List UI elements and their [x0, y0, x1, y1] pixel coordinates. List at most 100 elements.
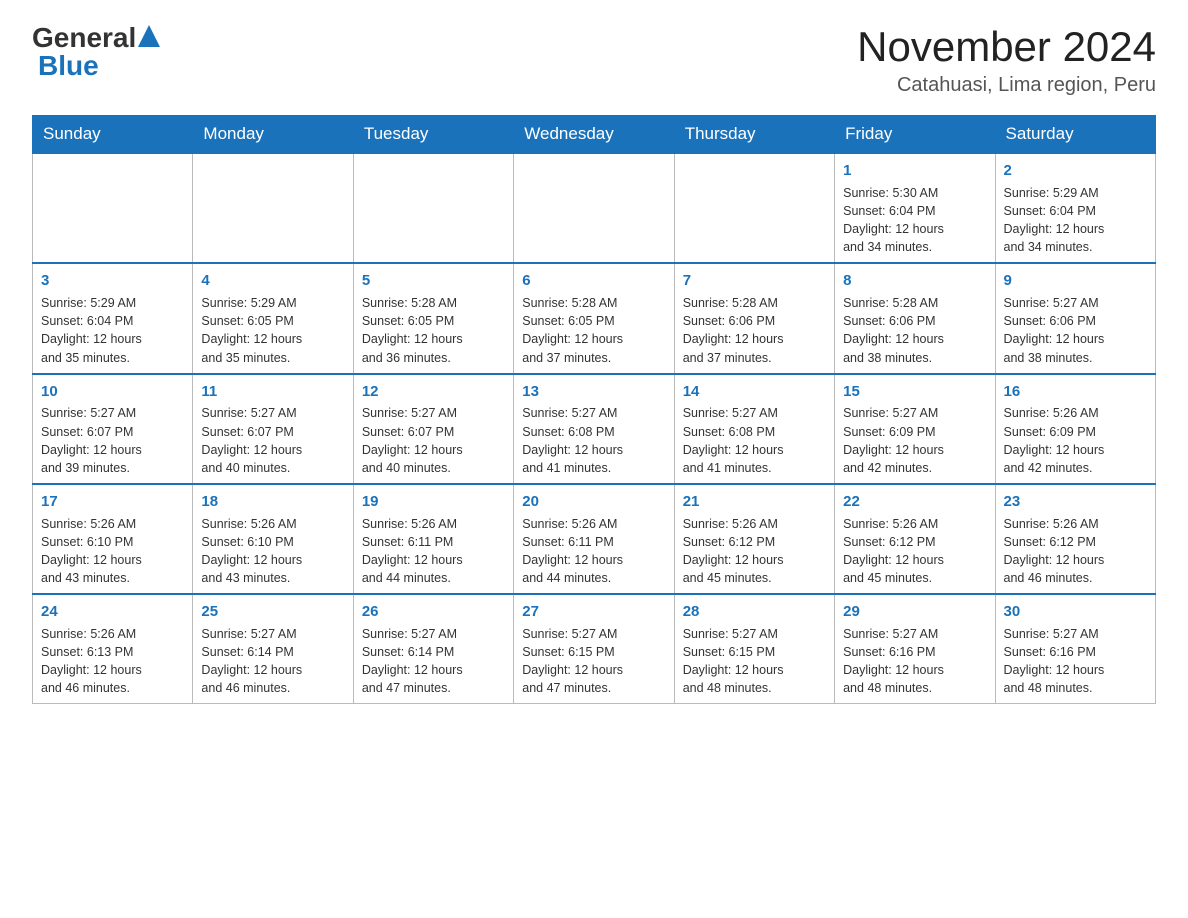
main-title: November 2024 [857, 24, 1156, 70]
day-number: 26 [362, 601, 505, 623]
day-info: Sunrise: 5:29 AM Sunset: 6:04 PM Dayligh… [41, 294, 184, 367]
day-info: Sunrise: 5:27 AM Sunset: 6:06 PM Dayligh… [1004, 294, 1147, 367]
calendar-cell: 1Sunrise: 5:30 AM Sunset: 6:04 PM Daylig… [835, 153, 995, 263]
day-number: 3 [41, 270, 184, 292]
day-number: 30 [1004, 601, 1147, 623]
day-info: Sunrise: 5:30 AM Sunset: 6:04 PM Dayligh… [843, 184, 986, 257]
calendar-cell: 8Sunrise: 5:28 AM Sunset: 6:06 PM Daylig… [835, 263, 995, 373]
calendar-cell: 26Sunrise: 5:27 AM Sunset: 6:14 PM Dayli… [353, 594, 513, 704]
day-number: 20 [522, 491, 665, 513]
calendar-cell: 30Sunrise: 5:27 AM Sunset: 6:16 PM Dayli… [995, 594, 1155, 704]
calendar-cell: 4Sunrise: 5:29 AM Sunset: 6:05 PM Daylig… [193, 263, 353, 373]
calendar-cell: 10Sunrise: 5:27 AM Sunset: 6:07 PM Dayli… [33, 374, 193, 484]
day-info: Sunrise: 5:26 AM Sunset: 6:11 PM Dayligh… [362, 515, 505, 588]
day-info: Sunrise: 5:27 AM Sunset: 6:07 PM Dayligh… [41, 404, 184, 477]
calendar-cell: 18Sunrise: 5:26 AM Sunset: 6:10 PM Dayli… [193, 484, 353, 594]
day-number: 12 [362, 381, 505, 403]
day-info: Sunrise: 5:26 AM Sunset: 6:12 PM Dayligh… [683, 515, 826, 588]
day-number: 11 [201, 381, 344, 403]
calendar-cell: 16Sunrise: 5:26 AM Sunset: 6:09 PM Dayli… [995, 374, 1155, 484]
calendar-header-monday: Monday [193, 116, 353, 154]
calendar-cell: 21Sunrise: 5:26 AM Sunset: 6:12 PM Dayli… [674, 484, 834, 594]
calendar-cell [353, 153, 513, 263]
calendar-cell: 29Sunrise: 5:27 AM Sunset: 6:16 PM Dayli… [835, 594, 995, 704]
day-number: 24 [41, 601, 184, 623]
day-number: 28 [683, 601, 826, 623]
day-info: Sunrise: 5:29 AM Sunset: 6:04 PM Dayligh… [1004, 184, 1147, 257]
calendar-header-friday: Friday [835, 116, 995, 154]
day-number: 19 [362, 491, 505, 513]
calendar-cell: 20Sunrise: 5:26 AM Sunset: 6:11 PM Dayli… [514, 484, 674, 594]
day-info: Sunrise: 5:27 AM Sunset: 6:16 PM Dayligh… [843, 625, 986, 698]
day-number: 4 [201, 270, 344, 292]
day-info: Sunrise: 5:26 AM Sunset: 6:13 PM Dayligh… [41, 625, 184, 698]
day-info: Sunrise: 5:28 AM Sunset: 6:05 PM Dayligh… [522, 294, 665, 367]
calendar-cell: 25Sunrise: 5:27 AM Sunset: 6:14 PM Dayli… [193, 594, 353, 704]
day-info: Sunrise: 5:27 AM Sunset: 6:09 PM Dayligh… [843, 404, 986, 477]
week-row-4: 17Sunrise: 5:26 AM Sunset: 6:10 PM Dayli… [33, 484, 1156, 594]
calendar-cell [514, 153, 674, 263]
calendar-cell: 24Sunrise: 5:26 AM Sunset: 6:13 PM Dayli… [33, 594, 193, 704]
day-info: Sunrise: 5:28 AM Sunset: 6:06 PM Dayligh… [843, 294, 986, 367]
day-number: 7 [683, 270, 826, 292]
calendar-cell [674, 153, 834, 263]
day-info: Sunrise: 5:27 AM Sunset: 6:08 PM Dayligh… [683, 404, 826, 477]
calendar-cell: 19Sunrise: 5:26 AM Sunset: 6:11 PM Dayli… [353, 484, 513, 594]
calendar-cell: 28Sunrise: 5:27 AM Sunset: 6:15 PM Dayli… [674, 594, 834, 704]
day-info: Sunrise: 5:27 AM Sunset: 6:15 PM Dayligh… [683, 625, 826, 698]
calendar-cell: 12Sunrise: 5:27 AM Sunset: 6:07 PM Dayli… [353, 374, 513, 484]
day-info: Sunrise: 5:26 AM Sunset: 6:12 PM Dayligh… [843, 515, 986, 588]
day-number: 6 [522, 270, 665, 292]
day-info: Sunrise: 5:29 AM Sunset: 6:05 PM Dayligh… [201, 294, 344, 367]
week-row-3: 10Sunrise: 5:27 AM Sunset: 6:07 PM Dayli… [33, 374, 1156, 484]
calendar-cell: 11Sunrise: 5:27 AM Sunset: 6:07 PM Dayli… [193, 374, 353, 484]
calendar-cell: 2Sunrise: 5:29 AM Sunset: 6:04 PM Daylig… [995, 153, 1155, 263]
calendar-header-sunday: Sunday [33, 116, 193, 154]
calendar-cell: 7Sunrise: 5:28 AM Sunset: 6:06 PM Daylig… [674, 263, 834, 373]
day-info: Sunrise: 5:27 AM Sunset: 6:08 PM Dayligh… [522, 404, 665, 477]
logo-general-text: General [32, 24, 136, 52]
calendar-cell: 9Sunrise: 5:27 AM Sunset: 6:06 PM Daylig… [995, 263, 1155, 373]
day-number: 9 [1004, 270, 1147, 292]
calendar-cell: 14Sunrise: 5:27 AM Sunset: 6:08 PM Dayli… [674, 374, 834, 484]
calendar-cell: 15Sunrise: 5:27 AM Sunset: 6:09 PM Dayli… [835, 374, 995, 484]
day-info: Sunrise: 5:27 AM Sunset: 6:14 PM Dayligh… [362, 625, 505, 698]
calendar-cell [193, 153, 353, 263]
calendar-cell: 23Sunrise: 5:26 AM Sunset: 6:12 PM Dayli… [995, 484, 1155, 594]
calendar-header-wednesday: Wednesday [514, 116, 674, 154]
week-row-1: 1Sunrise: 5:30 AM Sunset: 6:04 PM Daylig… [33, 153, 1156, 263]
day-number: 15 [843, 381, 986, 403]
calendar-cell [33, 153, 193, 263]
week-row-2: 3Sunrise: 5:29 AM Sunset: 6:04 PM Daylig… [33, 263, 1156, 373]
day-number: 27 [522, 601, 665, 623]
logo-triangle-icon [138, 25, 160, 47]
page-header: General Blue November 2024 Catahuasi, Li… [32, 24, 1156, 97]
day-number: 17 [41, 491, 184, 513]
calendar-cell: 17Sunrise: 5:26 AM Sunset: 6:10 PM Dayli… [33, 484, 193, 594]
day-number: 18 [201, 491, 344, 513]
calendar-header-row: SundayMondayTuesdayWednesdayThursdayFrid… [33, 116, 1156, 154]
calendar-cell: 13Sunrise: 5:27 AM Sunset: 6:08 PM Dayli… [514, 374, 674, 484]
day-number: 13 [522, 381, 665, 403]
day-number: 16 [1004, 381, 1147, 403]
day-number: 8 [843, 270, 986, 292]
day-number: 2 [1004, 160, 1147, 182]
day-info: Sunrise: 5:26 AM Sunset: 6:10 PM Dayligh… [41, 515, 184, 588]
day-info: Sunrise: 5:26 AM Sunset: 6:12 PM Dayligh… [1004, 515, 1147, 588]
calendar-cell: 3Sunrise: 5:29 AM Sunset: 6:04 PM Daylig… [33, 263, 193, 373]
day-number: 5 [362, 270, 505, 292]
calendar-header-thursday: Thursday [674, 116, 834, 154]
day-info: Sunrise: 5:27 AM Sunset: 6:07 PM Dayligh… [362, 404, 505, 477]
day-info: Sunrise: 5:26 AM Sunset: 6:11 PM Dayligh… [522, 515, 665, 588]
calendar-header-saturday: Saturday [995, 116, 1155, 154]
title-block: November 2024 Catahuasi, Lima region, Pe… [857, 24, 1156, 97]
calendar-cell: 27Sunrise: 5:27 AM Sunset: 6:15 PM Dayli… [514, 594, 674, 704]
day-info: Sunrise: 5:27 AM Sunset: 6:14 PM Dayligh… [201, 625, 344, 698]
subtitle: Catahuasi, Lima region, Peru [857, 74, 1156, 97]
day-number: 29 [843, 601, 986, 623]
day-info: Sunrise: 5:26 AM Sunset: 6:10 PM Dayligh… [201, 515, 344, 588]
day-info: Sunrise: 5:28 AM Sunset: 6:06 PM Dayligh… [683, 294, 826, 367]
calendar-cell: 5Sunrise: 5:28 AM Sunset: 6:05 PM Daylig… [353, 263, 513, 373]
day-info: Sunrise: 5:27 AM Sunset: 6:15 PM Dayligh… [522, 625, 665, 698]
day-number: 25 [201, 601, 344, 623]
